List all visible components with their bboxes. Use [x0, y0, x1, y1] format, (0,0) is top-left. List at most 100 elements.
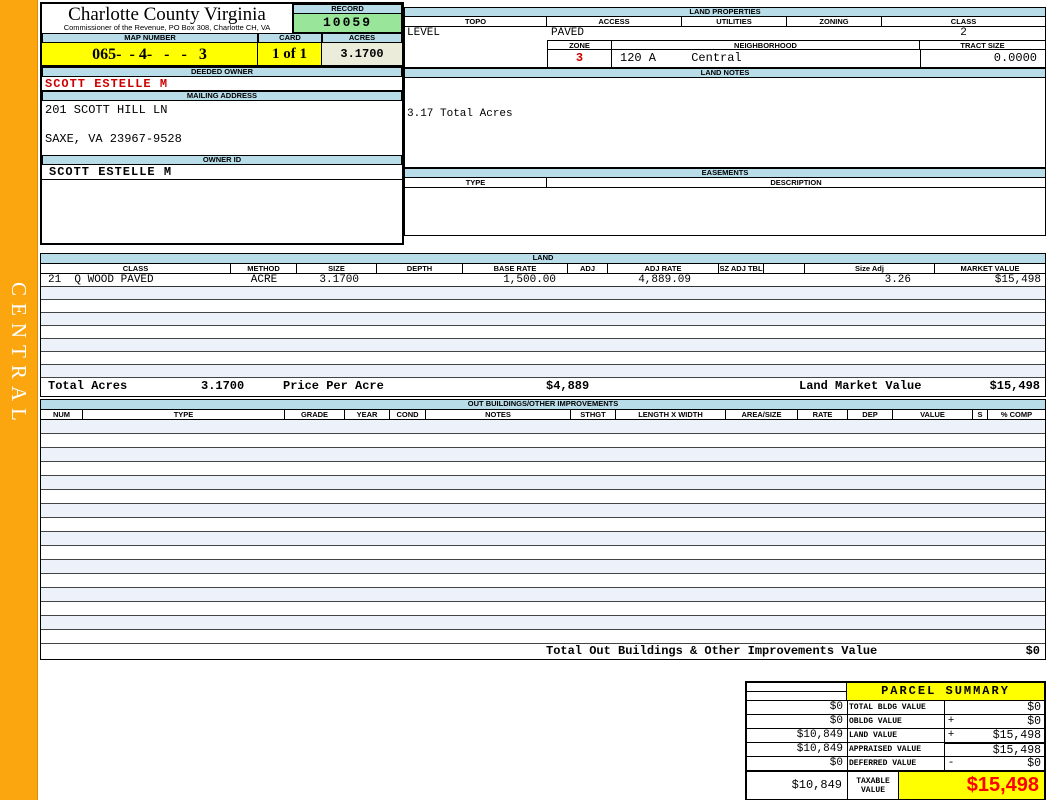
zone-neighborhood-subtable: ZONE NEIGHBORHOOD TRACT SIZE 3 120 A Cen… — [547, 40, 1045, 67]
price-per-acre-label: Price Per Acre — [283, 378, 384, 395]
empty-row — [41, 476, 1045, 490]
land-row-method: ACRE — [231, 274, 297, 286]
outb-col-length-width: LENGTH X WIDTH — [616, 410, 726, 419]
prior-value: $0 — [747, 757, 847, 770]
zoning-value — [787, 27, 882, 40]
empty-row — [41, 287, 1045, 300]
access-column-label: ACCESS — [547, 17, 682, 26]
outb-total-value: $0 — [1026, 644, 1040, 658]
outb-col-s: S — [973, 410, 988, 419]
prior-value: $0 — [747, 715, 847, 728]
zone-value: 3 — [548, 50, 612, 67]
prior-value: $0 — [747, 701, 847, 714]
empty-row — [41, 462, 1045, 476]
county-title: Charlotte County Virginia — [42, 5, 292, 24]
summary-row-deferred: $0 DEFERRED VALUE - $0 — [747, 756, 1044, 770]
land-row-class: 21 Q WOOD PAVED — [41, 274, 231, 286]
outb-col-grade: GRADE — [285, 410, 345, 419]
zoning-column-label: ZONING — [787, 17, 882, 26]
address-line-1: 201 SCOTT HILL LN — [45, 103, 402, 117]
utilities-value — [682, 27, 787, 40]
row-operator: - — [944, 757, 957, 770]
empty-row — [41, 339, 1045, 352]
topo-column-label: TOPO — [405, 17, 547, 26]
row-value: $0 — [957, 715, 1044, 728]
land-table: LAND CLASS METHOD SIZE DEPTH BASE RATE A… — [40, 253, 1046, 397]
land-row-base-rate: 1,500.00 — [463, 274, 568, 286]
empty-row — [41, 352, 1045, 365]
land-col-blank — [764, 264, 805, 273]
land-col-market-value: MARKET VALUE — [935, 264, 1045, 273]
owner-panel: Charlotte County Virginia Commissioner o… — [40, 2, 404, 245]
parcel-summary-title: PARCEL SUMMARY — [847, 683, 1044, 700]
land-col-adj-rate: ADJ RATE — [608, 264, 719, 273]
empty-row — [41, 532, 1045, 546]
property-record-card: CENTRAL Charlotte County Virginia Commis… — [0, 0, 1050, 800]
land-totals-row: Total Acres 3.1700 Price Per Acre $4,889… — [41, 378, 1045, 396]
empty-row — [41, 420, 1045, 434]
land-col-sz-adj-tbl: SZ ADJ TBL — [719, 264, 764, 273]
empty-row — [41, 313, 1045, 326]
land-row-depth — [377, 274, 463, 286]
land-properties-box: TOPO ACCESS UTILITIES ZONING CLASS LEVEL… — [404, 17, 1046, 68]
utilities-column-label: UTILITIES — [682, 17, 787, 26]
row-label: TOTAL BLDG VALUE — [847, 701, 944, 714]
neighborhood-name: Central — [691, 51, 741, 65]
outb-col-rate: RATE — [798, 410, 848, 419]
taxable-label: TAXABLE VALUE — [847, 772, 898, 799]
land-col-method: METHOD — [231, 264, 297, 273]
map-number-label: MAP NUMBER — [42, 33, 258, 43]
land-row-market-value: $15,498 — [935, 274, 1045, 286]
district-label: CENTRAL — [6, 282, 31, 428]
acres-value: 3.1700 — [322, 43, 402, 65]
outb-col-notes: NOTES — [426, 410, 571, 419]
empty-row — [41, 574, 1045, 588]
land-market-value: $15,498 — [990, 378, 1040, 395]
empty-row — [41, 300, 1045, 313]
topo-value: LEVEL — [405, 27, 547, 40]
access-value: PAVED — [547, 27, 682, 40]
empty-row — [41, 602, 1045, 616]
easement-description-label: DESCRIPTION — [547, 178, 1045, 187]
outb-col-sthgt: STHGT — [571, 410, 616, 419]
land-row-blank — [764, 274, 805, 286]
land-row-sz-adj-tbl — [719, 274, 764, 286]
summary-row-land: $10,849 LAND VALUE + $15,498 — [747, 728, 1044, 742]
parcel-summary: PARCEL SUMMARY $0 TOTAL BLDG VALUE $0 $0… — [745, 681, 1046, 800]
land-col-base-rate: BASE RATE — [463, 264, 568, 273]
record-value: 10059 — [293, 14, 402, 33]
outb-col-dep: DEP — [848, 410, 893, 419]
land-note-text: 3.17 Total Acres — [407, 108, 1045, 120]
row-label: DEFERRED VALUE — [847, 757, 944, 770]
out-buildings-title: OUT BUILDINGS/OTHER IMPROVEMENTS — [41, 400, 1045, 410]
outb-col-cond: COND — [390, 410, 426, 419]
row-label: LAND VALUE — [847, 729, 944, 742]
land-empty-rows — [41, 287, 1045, 378]
prior-value: $10,849 — [747, 743, 847, 756]
land-row-adj-rate: 4,889.09 — [608, 274, 719, 286]
summary-row-appraised: $10,849 APPRAISED VALUE $15,498 — [747, 742, 1044, 756]
owner-id-value: SCOTT ESTELLE M — [42, 165, 402, 180]
price-per-acre-value: $4,889 — [546, 378, 589, 395]
land-title: LAND — [41, 254, 1045, 264]
empty-row — [41, 630, 1045, 644]
land-col-class: CLASS — [41, 264, 231, 273]
empty-row — [41, 365, 1045, 378]
out-buildings-table: OUT BUILDINGS/OTHER IMPROVEMENTS NUM TYP… — [40, 399, 1046, 660]
row-operator: + — [944, 729, 957, 742]
class-value: 2 — [882, 27, 1045, 40]
land-col-adj: ADJ — [568, 264, 608, 273]
outb-empty-rows — [41, 420, 1045, 644]
neighborhood-value: 120 A Central — [612, 50, 920, 67]
land-col-size: SIZE — [297, 264, 377, 273]
owner-panel-filler — [42, 180, 402, 243]
prior-value: $10,849 — [747, 729, 847, 742]
outb-col-num: NUM — [41, 410, 83, 419]
row-operator — [944, 701, 957, 714]
neighborhood-label: NEIGHBORHOOD — [612, 41, 920, 49]
row-value: $15,498 — [957, 742, 1044, 756]
outb-col-value: VALUE — [893, 410, 973, 419]
address-line-2: SAXE, VA 23967-9528 — [45, 132, 402, 146]
acres-label: ACRES — [322, 33, 402, 43]
mailing-address-label: MAILING ADDRESS — [42, 91, 402, 101]
